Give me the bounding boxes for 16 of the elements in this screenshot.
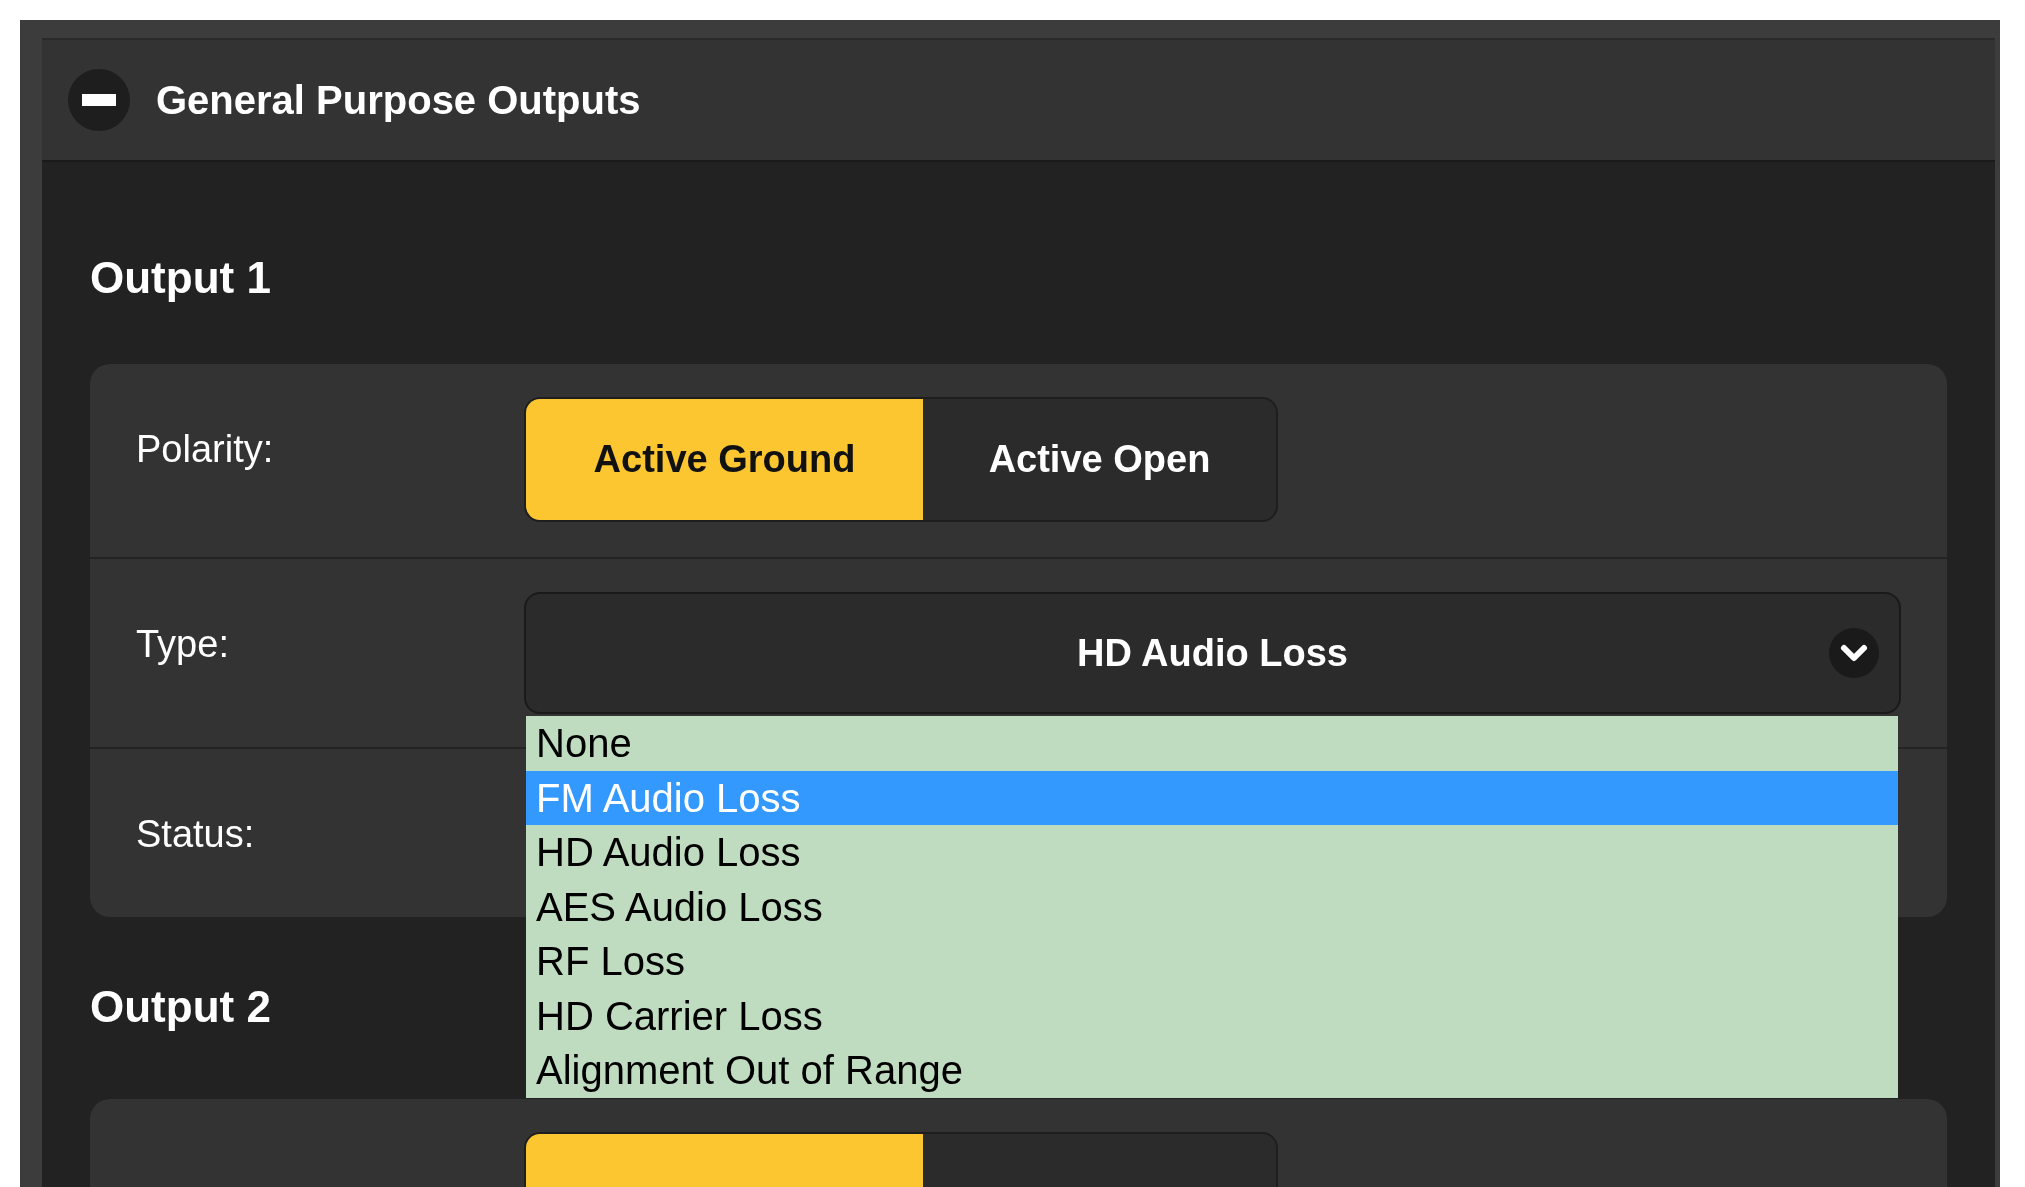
- chevron-down-icon: [1829, 628, 1879, 678]
- output-heading: Output 1: [90, 252, 271, 304]
- dropdown-option[interactable]: AES Audio Loss: [526, 879, 1898, 934]
- minus-icon: [82, 94, 116, 106]
- dropdown-option[interactable]: Alignment Out of Range: [526, 1043, 1898, 1098]
- dropdown-option[interactable]: None: [526, 716, 1898, 771]
- dropdown-option[interactable]: RF Loss: [526, 934, 1898, 989]
- output-heading: Output 2: [90, 981, 271, 1033]
- dropdown-option[interactable]: HD Audio Loss: [526, 825, 1898, 880]
- panel-title: General Purpose Outputs: [156, 77, 641, 123]
- field-label: Status:: [136, 812, 256, 857]
- field-label: Polarity:: [136, 427, 275, 472]
- type-select[interactable]: HD Audio Loss: [524, 592, 1901, 714]
- dropdown-option[interactable]: HD Carrier Loss: [526, 988, 1898, 1043]
- polarity-option-button[interactable]: Active Ground: [526, 399, 923, 520]
- field-label: Type:: [136, 622, 230, 667]
